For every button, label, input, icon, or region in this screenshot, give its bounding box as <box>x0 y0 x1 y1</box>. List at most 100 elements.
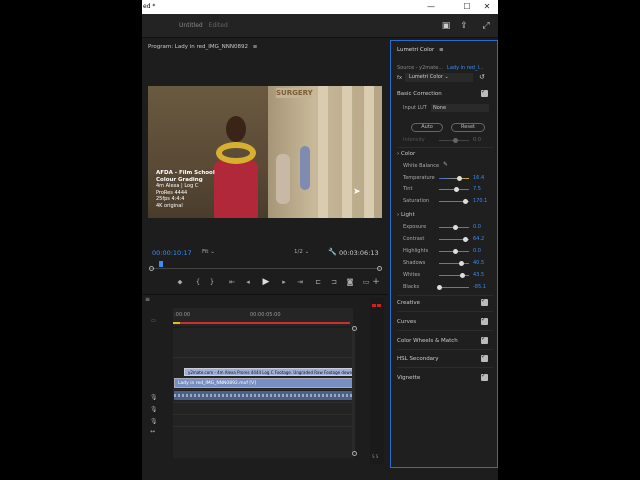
color-wheels-header[interactable]: Color Wheels & Match <box>397 338 458 344</box>
peak-indicator-left <box>372 304 376 307</box>
basic-correction-checkbox[interactable] <box>481 88 488 97</box>
maximize-button[interactable]: ☐ <box>458 1 476 13</box>
blacks-slider[interactable] <box>437 285 469 290</box>
light-section-header[interactable]: › Light <box>397 212 415 218</box>
scroll-handle-bottom[interactable] <box>352 451 357 456</box>
basic-correction-header[interactable]: Basic Correction <box>397 91 442 97</box>
add-button-icon[interactable]: + <box>370 276 382 288</box>
white-balance-label: White Balance <box>403 163 440 169</box>
edit-status: Edited <box>208 22 228 29</box>
close-button[interactable]: ✕ <box>478 1 496 13</box>
hsl-secondary-checkbox[interactable] <box>481 353 488 362</box>
source-selector[interactable]: Source - y2mate... Lady in red_I... <box>397 65 484 71</box>
scrub-start[interactable] <box>149 266 154 271</box>
share-icon[interactable]: ⇪ <box>458 20 470 32</box>
scrub-end[interactable] <box>377 266 382 271</box>
current-timecode[interactable]: 00:00:10:17 <box>152 249 192 257</box>
resolution-select[interactable]: 1/2 ⌄ <box>294 249 309 255</box>
whites-slider[interactable] <box>439 273 469 278</box>
shadows-slider[interactable] <box>439 261 469 266</box>
program-menu-icon[interactable]: ≡ <box>253 44 258 50</box>
hsl-secondary-header[interactable]: HSL Secondary <box>397 356 439 362</box>
scrub-bar[interactable] <box>150 268 380 269</box>
highlights-value[interactable]: 0.0 <box>473 248 481 254</box>
color-section-header[interactable]: › Color <box>397 151 415 157</box>
tint-label: Tint <box>403 186 413 192</box>
reset-button[interactable]: Reset <box>451 123 485 132</box>
mouse-cursor: ➤ <box>353 187 361 197</box>
go-to-in-icon[interactable]: ⇤ <box>226 276 238 288</box>
intensity-value[interactable]: 0.0 <box>473 137 481 143</box>
creative-checkbox[interactable] <box>481 297 488 306</box>
shadows-value[interactable]: 40.5 <box>473 260 484 266</box>
timeline-vertical-scrollbar[interactable] <box>352 326 355 454</box>
export-frame-icon[interactable]: ◙ <box>344 276 356 288</box>
meter-solo-label[interactable]: S S <box>372 454 378 459</box>
fullscreen-icon[interactable]: ⤢ <box>480 20 492 32</box>
play-icon[interactable]: ▶ <box>260 276 272 288</box>
project-name: Untitled <box>179 22 203 29</box>
lumetri-color-panel: Lumetri Color ≡ Source - y2mate... Lady i… <box>390 40 498 468</box>
saturation-slider[interactable] <box>439 199 469 204</box>
contrast-label: Contrast <box>403 236 425 242</box>
program-video-frame[interactable]: SURGERY AFDA - Film School Colour Gradin… <box>148 86 382 218</box>
track-resize-icon[interactable]: ↔ <box>150 428 155 435</box>
tint-slider[interactable] <box>439 187 469 192</box>
quick-export-icon[interactable]: ▣ <box>440 20 452 32</box>
add-marker-icon[interactable]: ⬥ <box>174 276 186 288</box>
timeline-menu-icon[interactable]: ≡ <box>145 296 150 303</box>
lift-icon[interactable]: ⊏ <box>312 276 324 288</box>
transport-controls: ⬥ { } ⇤ ◂ ▶ ▸ ⇥ ⊏ ⊐ ◙ ▭ + <box>172 276 382 288</box>
blacks-label: Blacks <box>403 284 420 290</box>
color-wheels-checkbox[interactable] <box>481 335 488 344</box>
vignette-header[interactable]: Vignette <box>397 375 420 381</box>
mic-icon[interactable]: 🎙 <box>150 406 158 413</box>
premiere-window: ed * — ☐ ✕ Untitled Edited ▣ ⇪ ⤢ Program… <box>142 0 498 480</box>
exposure-label: Exposure <box>403 224 427 230</box>
minimize-button[interactable]: — <box>422 1 440 13</box>
intensity-label: Intensity <box>403 137 425 143</box>
effect-select[interactable]: Lumetri Color ⌄ <box>405 73 473 82</box>
timeline-clip-v2[interactable]: y2mate.com - 4m Alexa Prores 4444 Log C … <box>184 368 354 376</box>
wrench-icon[interactable]: 🔧 <box>328 248 337 256</box>
sequence-settings-icon[interactable]: ▭ <box>151 318 156 324</box>
whites-value[interactable]: 43.5 <box>473 272 484 278</box>
mark-in-icon[interactable]: { <box>192 276 204 288</box>
input-lut-select[interactable]: None <box>431 104 489 112</box>
saturation-value[interactable]: 170.1 <box>473 198 487 204</box>
highlights-label: Highlights <box>403 248 429 254</box>
temperature-slider[interactable] <box>439 176 469 181</box>
exposure-slider[interactable] <box>439 225 469 230</box>
tint-value[interactable]: 7.5 <box>473 186 481 192</box>
timeline-clip-v1[interactable]: Lady in red_IMG_NNN0892.mxf [V] <box>174 378 354 388</box>
creative-header[interactable]: Creative <box>397 300 420 306</box>
timeline-clip-audio[interactable] <box>174 391 354 400</box>
blacks-value[interactable]: -85.1 <box>473 284 486 290</box>
subject-head <box>226 116 246 142</box>
playhead[interactable] <box>159 261 163 267</box>
mic-icon[interactable]: 🎙 <box>150 394 158 401</box>
contrast-slider[interactable] <box>439 237 469 242</box>
window-title: ed * <box>143 3 156 10</box>
program-monitor-header: Program: Lady in red_IMG_NNN0892 ≡ <box>142 40 388 54</box>
step-forward-icon[interactable]: ▸ <box>278 276 290 288</box>
go-to-out-icon[interactable]: ⇥ <box>294 276 306 288</box>
extract-icon[interactable]: ⊐ <box>328 276 340 288</box>
contrast-value[interactable]: 64.2 <box>473 236 484 242</box>
mark-out-icon[interactable]: } <box>206 276 218 288</box>
exposure-value[interactable]: 0.0 <box>473 224 481 230</box>
curves-header[interactable]: Curves <box>397 319 416 325</box>
fx-badge: fx <box>397 75 403 81</box>
mic-icon[interactable]: 🎙 <box>150 418 158 425</box>
auto-button[interactable]: Auto <box>411 123 443 132</box>
curves-checkbox[interactable] <box>481 316 488 325</box>
step-back-icon[interactable]: ◂ <box>242 276 254 288</box>
zoom-select[interactable]: Fit ⌄ <box>202 249 215 255</box>
intensity-slider[interactable] <box>439 138 469 143</box>
highlights-slider[interactable] <box>439 249 469 254</box>
temperature-value[interactable]: 16.4 <box>473 175 484 181</box>
vignette-checkbox[interactable] <box>481 372 488 381</box>
reset-effect-icon[interactable]: ↺ <box>479 73 485 81</box>
scroll-handle-top[interactable] <box>352 326 357 331</box>
eyedropper-icon[interactable]: ✎ <box>443 161 448 168</box>
